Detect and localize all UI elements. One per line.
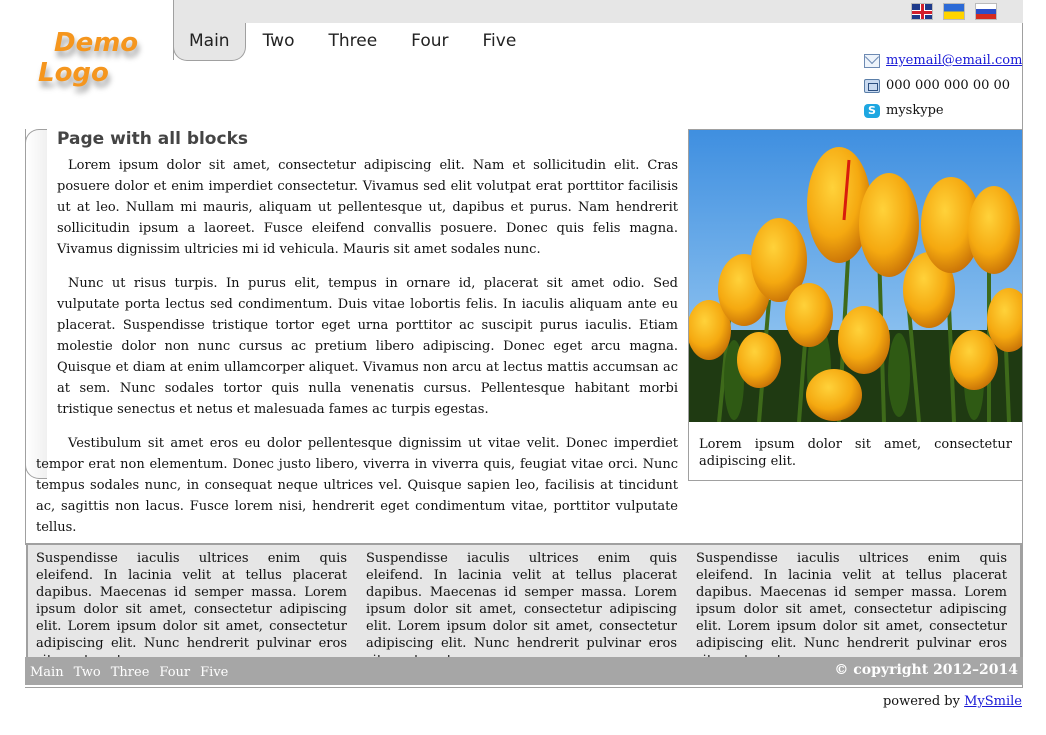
- footer-column: Suspendisse iaculis ultrices enim quis e…: [36, 551, 347, 668]
- side-decoration: [25, 129, 47, 479]
- phone-number: 000 000 000 00 00: [886, 78, 1011, 93]
- footer-nav-three[interactable]: Three: [111, 665, 150, 680]
- content-paragraph: Vestibulum sit amet eros eu dolor pellen…: [36, 436, 678, 535]
- footer-column: Suspendisse iaculis ultrices enim quis e…: [696, 551, 1007, 668]
- contact-phone: 000 000 000 00 00: [864, 73, 1022, 98]
- phone-icon: [864, 78, 880, 93]
- copyright-text: © copyright 2012–2014: [834, 662, 1018, 678]
- logo-line-2: Logo: [38, 58, 109, 88]
- tulips-photo: [689, 130, 1022, 422]
- footer-columns: Suspendisse iaculis ultrices enim quis e…: [26, 545, 1022, 668]
- footer-nav: Main Two Three Four Five: [30, 665, 228, 680]
- image-box: Lorem ipsum dolor sit amet, consectetur …: [688, 129, 1023, 481]
- site-logo[interactable]: Demo Logo: [38, 28, 158, 98]
- footer-nav-four[interactable]: Four: [159, 665, 190, 680]
- language-switcher: [911, 3, 997, 20]
- email-link[interactable]: myemail@email.com: [886, 53, 1022, 68]
- nav-item-two[interactable]: Two: [246, 23, 312, 61]
- logo-line-1: Demo: [54, 28, 139, 58]
- russian-flag-icon[interactable]: [975, 3, 997, 20]
- nav-item-three[interactable]: Three: [311, 23, 394, 61]
- footer-nav-main[interactable]: Main: [30, 665, 64, 680]
- contact-email: myemail@email.com: [864, 48, 1022, 73]
- ukrainian-flag-icon[interactable]: [943, 3, 965, 20]
- bottom-bar: Main Two Three Four Five © copyright 201…: [25, 657, 1023, 685]
- footer-column: Suspendisse iaculis ultrices enim quis e…: [366, 551, 677, 668]
- image-caption: Lorem ipsum dolor sit amet, consectetur …: [699, 437, 1012, 469]
- content-paragraph: Lorem ipsum dolor sit amet, consectetur …: [57, 158, 678, 257]
- powered-by: powered by MySmile: [883, 694, 1022, 709]
- content-paragraph: Nunc ut risus turpis. In purus elit, tem…: [57, 276, 678, 417]
- contact-skype: S myskype: [864, 98, 1022, 123]
- footer-nav-two[interactable]: Two: [74, 665, 101, 680]
- mail-icon: [864, 53, 880, 68]
- main-nav: Main Two Three Four Five: [173, 23, 533, 61]
- powered-by-label: powered by: [882, 694, 960, 709]
- powered-by-link[interactable]: MySmile: [964, 694, 1022, 709]
- contacts-block: myemail@email.com 000 000 000 00 00 S my…: [864, 48, 1022, 123]
- top-band: [173, 0, 1023, 23]
- nav-item-five[interactable]: Five: [466, 23, 534, 61]
- english-flag-icon[interactable]: [911, 3, 933, 20]
- nav-item-four[interactable]: Four: [394, 23, 465, 61]
- nav-item-main[interactable]: Main: [173, 23, 246, 61]
- skype-icon: S: [864, 103, 880, 118]
- skype-name: myskype: [886, 103, 944, 118]
- bottom-line: [25, 687, 1023, 688]
- page-title: Page with all blocks: [57, 129, 248, 149]
- footer-nav-five[interactable]: Five: [200, 665, 228, 680]
- main-content: Lorem ipsum dolor sit amet, consectetur …: [36, 155, 678, 551]
